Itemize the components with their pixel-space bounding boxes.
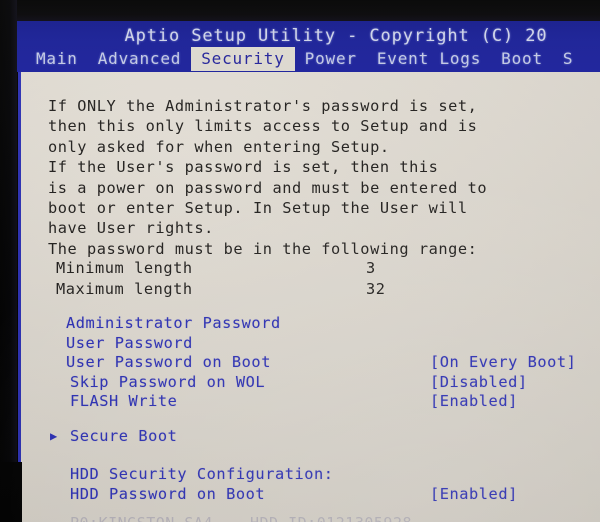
chevron-right-icon: ▶ (50, 429, 58, 443)
help-line-5: is a power on password and must be enter… (48, 178, 488, 197)
skip-password-on-wol-value[interactable]: [Disabled] (430, 373, 528, 391)
tab-advanced[interactable]: Advanced (88, 47, 191, 71)
minimum-length-label: Minimum length (56, 259, 193, 277)
row-user-password-on-boot[interactable]: User Password on Boot [On Every Boot] (28, 353, 588, 372)
flash-write-label: FLASH Write (70, 392, 178, 410)
help-line-1: If ONLY the Administrator's password is … (48, 97, 478, 115)
row-administrator-password[interactable]: Administrator Password (28, 314, 588, 333)
drive-p0-id: HDD-ID:0121305928 (250, 514, 412, 522)
row-flash-write[interactable]: FLASH Write [Enabled] (28, 392, 588, 411)
row-skip-password-on-wol[interactable]: Skip Password on WOL [Disabled] (28, 373, 588, 392)
tab-bar: Main Advanced Security Power Event Logs … (26, 46, 583, 71)
tab-save-and-exit[interactable]: S (553, 47, 583, 71)
drive-p0-name: P0:KINGSTON SA4 (70, 514, 213, 522)
tab-security[interactable]: Security (191, 46, 295, 71)
skip-password-on-wol-label: Skip Password on WOL (70, 372, 266, 391)
page-title: Aptio Setup Utility - Copyright (C) 20 (124, 26, 548, 46)
hdd-password-on-boot-label: HDD Password on Boot (70, 484, 266, 503)
maximum-length-label: Maximum length (56, 279, 193, 298)
row-hdd-password-on-boot[interactable]: HDD Password on Boot [Enabled] (28, 485, 588, 504)
administrator-password-label: Administrator Password (66, 314, 281, 332)
hdd-password-on-boot-value[interactable]: [Enabled] (430, 485, 518, 503)
tab-power[interactable]: Power (295, 47, 367, 71)
hdd-security-configuration-label: HDD Security Configuration: (70, 465, 334, 483)
user-password-on-boot-label: User Password on Boot (66, 353, 271, 371)
screen-bezel-top (0, 0, 600, 21)
help-line-3: only asked for when entering Setup. (48, 137, 390, 156)
tab-main[interactable]: Main (26, 47, 88, 71)
content-panel: If ONLY the Administrator's password is … (18, 70, 600, 522)
screen-bezel-left (0, 0, 17, 522)
bios-setup-screen: Aptio Setup Utility - Copyright (C) 20 M… (0, 0, 600, 522)
maximum-length-value: 32 (366, 279, 386, 298)
help-line-8: The password must be in the following ra… (48, 239, 478, 258)
tab-boot[interactable]: Boot (491, 47, 553, 71)
user-password-on-boot-value[interactable]: [On Every Boot] (430, 353, 576, 371)
minimum-length-value: 3 (366, 259, 376, 277)
help-line-4: If the User's password is set, then this (48, 158, 439, 177)
row-secure-boot[interactable]: ▶ Secure Boot (28, 427, 588, 446)
flash-write-value[interactable]: [Enabled] (430, 392, 518, 410)
tab-event-logs[interactable]: Event Logs (367, 47, 491, 71)
help-line-6: boot or enter Setup. In Setup the User w… (48, 199, 468, 217)
help-line-7: have User rights. (48, 219, 214, 238)
secure-boot-label: Secure Boot (70, 427, 178, 445)
hdd-security-configuration-heading: HDD Security Configuration: (28, 465, 588, 484)
screen-bezel-left-lower (0, 462, 22, 522)
help-line-2: then this only limits access to Setup an… (48, 117, 478, 136)
row-user-password[interactable]: User Password (28, 334, 588, 353)
user-password-label: User Password (66, 333, 193, 352)
